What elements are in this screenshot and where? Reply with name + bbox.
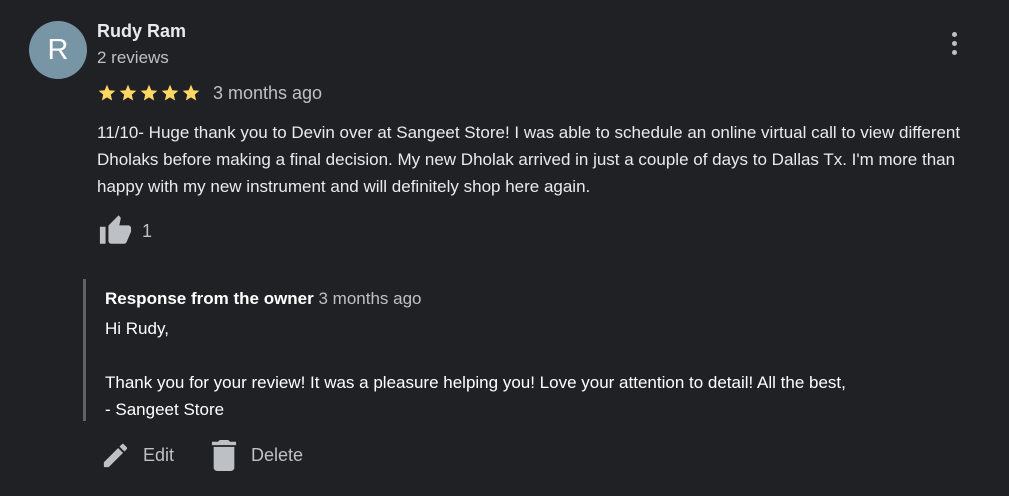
more-vertical-icon-dot (951, 49, 957, 55)
pencil-icon (103, 443, 128, 467)
trash-icon (211, 439, 237, 471)
rating-row: 3 months ago (97, 81, 322, 105)
star-rating (97, 83, 201, 103)
owner-response: Response from the owner 3 months ago Hi … (83, 279, 966, 421)
owner-response-text: Hi Rudy, Thank you for your review! It w… (105, 319, 846, 419)
review-actions: Edit Delete (100, 437, 303, 473)
more-vertical-icon (951, 31, 957, 37)
review-card: R Rudy Ram 2 reviews 3 months ago 11/10-… (0, 0, 1009, 496)
delete-button[interactable]: Delete (211, 439, 304, 471)
star-icon (182, 84, 200, 101)
more-options-button[interactable] (942, 28, 966, 58)
avatar[interactable]: R (29, 21, 87, 79)
star-icon (98, 84, 116, 101)
star-icon (140, 84, 158, 101)
review-text: 11/10- Huge thank you to Devin over at S… (97, 123, 961, 196)
star-icon (161, 84, 179, 101)
more-vertical-icon-dot (951, 40, 957, 46)
edit-button[interactable]: Edit (100, 440, 174, 471)
owner-response-time: 3 months ago (318, 289, 422, 308)
owner-response-header: Response from the owner 3 months ago (105, 289, 422, 309)
thumbs-up-icon (99, 215, 132, 244)
delete-label: Delete (251, 444, 304, 465)
author-review-count: 2 reviews (97, 48, 169, 67)
owner-response-label: Response from the owner (105, 289, 314, 308)
edit-label: Edit (143, 444, 175, 465)
author-name[interactable]: Rudy Ram (97, 21, 186, 42)
star-icon (119, 84, 137, 101)
avatar-initial: R (47, 33, 69, 66)
like-count: 1 (142, 220, 153, 241)
like-button[interactable]: 1 (98, 214, 152, 248)
review-time: 3 months ago (213, 82, 323, 103)
